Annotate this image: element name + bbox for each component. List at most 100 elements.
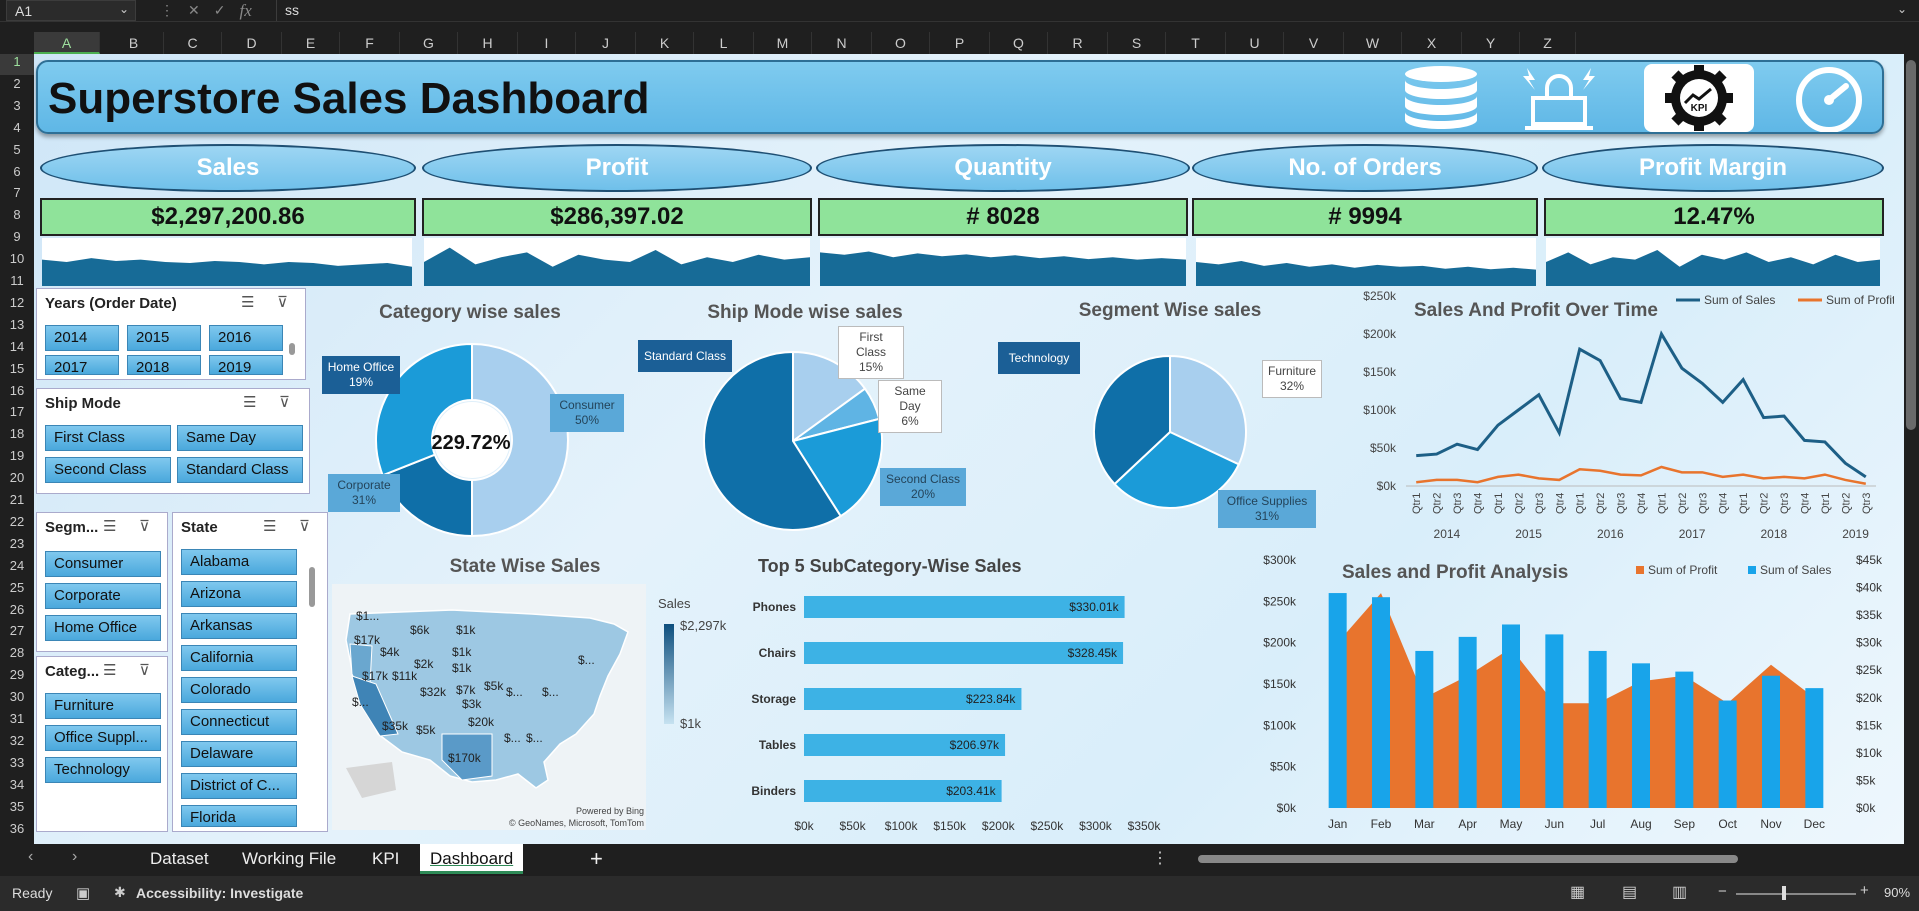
row-header[interactable]: 20: [0, 470, 34, 491]
column-header[interactable]: Y: [1462, 32, 1520, 54]
slicer-same-day[interactable]: Same Day: [177, 425, 303, 451]
clear-filter-icon[interactable]: ⊽: [139, 661, 150, 679]
column-header[interactable]: Q: [990, 32, 1048, 54]
slicer-home-office[interactable]: Home Office: [45, 615, 161, 641]
column-header[interactable]: Z: [1520, 32, 1576, 54]
formula-input[interactable]: ss: [276, 0, 1896, 21]
column-header[interactable]: E: [282, 32, 340, 54]
multi-select-icon[interactable]: ☰: [103, 517, 116, 535]
row-header[interactable]: 12: [0, 295, 34, 316]
clear-filter-icon[interactable]: ⊽: [139, 517, 150, 535]
slicer-corporate[interactable]: Corporate: [45, 583, 161, 609]
us-map[interactable]: $1...$17k$6k $1k$4k $1k$2k $1k$17k $11k$7k $5…: [332, 584, 646, 830]
column-header[interactable]: B: [104, 32, 164, 54]
row-header[interactable]: 22: [0, 514, 34, 535]
clear-filter-icon[interactable]: ⊽: [279, 393, 290, 411]
zoom-slider[interactable]: [1736, 893, 1856, 895]
slicer-state-item[interactable]: Arizona: [181, 581, 297, 607]
column-header[interactable]: O: [872, 32, 930, 54]
column-header[interactable]: D: [222, 32, 282, 54]
more-options-icon[interactable]: ⋮: [1152, 848, 1168, 868]
sales-profit-over-time-chart[interactable]: Sales And Profit Over Time Sum of Sales Su…: [1354, 286, 1894, 548]
row-header[interactable]: 24: [0, 558, 34, 579]
zoom-in-icon[interactable]: +: [1860, 882, 1869, 899]
row-header[interactable]: 21: [0, 492, 34, 513]
slicer-state-item[interactable]: Delaware: [181, 741, 297, 767]
row-header[interactable]: 14: [0, 339, 34, 360]
slicer-scrollbar[interactable]: [289, 343, 295, 355]
column-header[interactable]: T: [1166, 32, 1226, 54]
name-box[interactable]: A1 ⌄: [6, 0, 136, 21]
accessibility-icon[interactable]: ✱: [114, 884, 126, 901]
row-header[interactable]: 33: [0, 755, 34, 776]
column-header[interactable]: I: [518, 32, 576, 54]
clear-filter-icon[interactable]: ⊽: [277, 293, 288, 311]
slicer-state-item[interactable]: Alabama: [181, 549, 297, 575]
row-header[interactable]: 13: [0, 317, 34, 338]
multi-select-icon[interactable]: ☰: [241, 293, 254, 311]
slicer-state-item[interactable]: California: [181, 645, 297, 671]
zoom-slider-thumb[interactable]: [1782, 886, 1786, 900]
fx-icon[interactable]: fx: [239, 1, 251, 21]
tab-kpi[interactable]: KPI: [362, 844, 409, 874]
slicer-state-item[interactable]: Colorado: [181, 677, 297, 703]
slicer-standard-class[interactable]: Standard Class: [177, 457, 303, 483]
row-header[interactable]: 16: [0, 383, 34, 404]
more-icon[interactable]: ⋮: [160, 2, 174, 19]
row-header[interactable]: 2: [0, 76, 34, 97]
column-header[interactable]: V: [1284, 32, 1344, 54]
slicer-year-2015[interactable]: 2015: [127, 325, 201, 351]
chevron-down-icon[interactable]: ⌄: [119, 2, 129, 16]
tab-dataset[interactable]: Dataset: [140, 844, 219, 874]
slicer-year-2014[interactable]: 2014: [45, 325, 119, 351]
slicer-year-2016[interactable]: 2016: [209, 325, 283, 351]
row-header[interactable]: 26: [0, 602, 34, 623]
row-header[interactable]: 19: [0, 448, 34, 469]
column-header[interactable]: S: [1108, 32, 1166, 54]
expand-formula-icon[interactable]: ⌄: [1897, 2, 1907, 16]
column-header[interactable]: X: [1402, 32, 1462, 54]
column-header[interactable]: H: [458, 32, 518, 54]
slicer-year-2017[interactable]: 2017: [45, 355, 119, 375]
row-header[interactable]: 36: [0, 821, 34, 842]
prev-sheet-icon[interactable]: ‹: [28, 848, 33, 866]
slicer-year-2018[interactable]: 2018: [127, 355, 201, 375]
sales-profit-analysis-chart[interactable]: Sales and Profit Analysis Sum of Profit Su…: [1250, 550, 1902, 840]
row-header[interactable]: 7: [0, 185, 34, 206]
row-header[interactable]: 9: [0, 229, 34, 250]
row-header[interactable]: 1: [0, 54, 34, 75]
row-header[interactable]: 23: [0, 536, 34, 557]
next-sheet-icon[interactable]: ›: [72, 848, 77, 866]
enter-icon[interactable]: ✓: [214, 2, 226, 19]
tab-dashboard[interactable]: Dashboard: [420, 844, 524, 874]
row-header[interactable]: 27: [0, 623, 34, 644]
slicer-consumer[interactable]: Consumer: [45, 551, 161, 577]
column-header[interactable]: J: [576, 32, 636, 54]
slicer-state-item[interactable]: Florida: [181, 805, 297, 827]
slicer-year-2019[interactable]: 2019: [209, 355, 283, 375]
column-header[interactable]: G: [400, 32, 458, 54]
slicer-state-item[interactable]: District of C...: [181, 773, 297, 799]
macro-record-icon[interactable]: ▣: [76, 884, 90, 902]
row-header[interactable]: 15: [0, 361, 34, 382]
column-header[interactable]: P: [930, 32, 990, 54]
row-header[interactable]: 6: [0, 164, 34, 185]
column-header[interactable]: U: [1226, 32, 1284, 54]
row-header[interactable]: 8: [0, 207, 34, 228]
slicer-scrollbar[interactable]: [309, 567, 315, 607]
row-header[interactable]: 29: [0, 667, 34, 688]
row-header[interactable]: 10: [0, 251, 34, 272]
column-header[interactable]: M: [754, 32, 812, 54]
row-header[interactable]: 5: [0, 142, 34, 163]
row-header[interactable]: 32: [0, 733, 34, 754]
row-header[interactable]: 35: [0, 799, 34, 820]
column-header[interactable]: K: [636, 32, 694, 54]
multi-select-icon[interactable]: ☰: [263, 517, 276, 535]
row-header[interactable]: 11: [0, 273, 34, 294]
column-header[interactable]: A: [34, 32, 100, 54]
slicer-state-item[interactable]: Arkansas: [181, 613, 297, 639]
accessibility-status[interactable]: Accessibility: Investigate: [136, 885, 303, 901]
row-header[interactable]: 17: [0, 404, 34, 425]
row-header[interactable]: 31: [0, 711, 34, 732]
segment-pie-chart[interactable]: [1090, 352, 1250, 512]
